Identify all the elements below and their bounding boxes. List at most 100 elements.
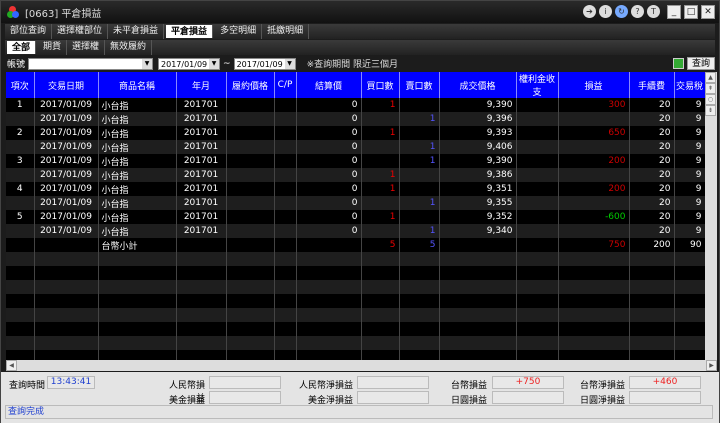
column-header[interactable]: 交易稅 (674, 72, 705, 98)
close-button[interactable]: ✕ (701, 5, 715, 19)
column-header[interactable]: 買口數 (361, 72, 400, 98)
subtab-all[interactable]: 全部 (7, 41, 37, 54)
table-row[interactable]: 1 2017/01/09 小台指 201701 0 1 9,390 300 20 9 (6, 98, 705, 112)
empty-cell (274, 280, 297, 294)
empty-cell (629, 350, 675, 360)
cell-pnl: -600 (558, 210, 630, 224)
column-header[interactable]: 手續費 (629, 72, 675, 98)
tab-collateral-detail[interactable]: 抵繳明細 (262, 24, 310, 39)
empty-cell (6, 266, 35, 280)
exit-icon[interactable]: ➔ (583, 5, 596, 18)
table-row[interactable]: 2017/01/09 小台指 201701 0 1 9,406 20 9 (6, 140, 705, 154)
cell-tax: 9 (674, 168, 705, 182)
cell-premium (516, 210, 559, 224)
empty-cell (558, 336, 630, 350)
cell-pnl (558, 196, 630, 210)
empty-cell (6, 252, 35, 266)
cell-pnl: 200 (558, 182, 630, 196)
cell-tax: 9 (674, 126, 705, 140)
scroll-left-icon[interactable]: ◀ (6, 360, 17, 371)
table-row[interactable]: 2017/01/09 小台指 201701 0 1 9,340 20 9 (6, 224, 705, 238)
table-row[interactable]: 4 2017/01/09 小台指 201701 0 1 9,351 200 20 9 (6, 182, 705, 196)
account-select[interactable]: ▼ (28, 57, 154, 70)
table-row[interactable]: 2017/01/09 小台指 201701 0 1 9,355 20 9 (6, 196, 705, 210)
query-button[interactable]: 查詢 (686, 57, 715, 70)
table-row[interactable]: 3 2017/01/09 小台指 201701 0 1 9,390 200 20 9 (6, 154, 705, 168)
table-row[interactable]: 2 2017/01/09 小台指 201701 0 1 9,393 650 20 9 (6, 126, 705, 140)
date-from-select[interactable]: 2017/01/09 ▼ (158, 57, 221, 70)
cell-fee: 20 (629, 140, 675, 154)
cell-date: 2017/01/09 (34, 182, 99, 196)
empty-cell (674, 294, 705, 308)
table-row[interactable]: 2017/01/09 小台指 201701 0 1 9,386 20 9 (6, 168, 705, 182)
subtab-invalid-exercise[interactable]: 無效履約 (105, 40, 153, 55)
cell-settle: 0 (296, 168, 362, 182)
minimize-button[interactable]: _ (667, 5, 681, 19)
column-header[interactable]: C/P (274, 72, 297, 98)
scroll-page-up-icon[interactable]: ⇞ (705, 83, 716, 94)
cell-settle: 0 (296, 98, 362, 112)
tab-long-short-detail[interactable]: 多空明細 (215, 24, 263, 39)
empty-cell (399, 280, 440, 294)
empty-cell (6, 322, 35, 336)
column-header[interactable]: 權利金收支 (516, 72, 559, 98)
subtab-futures[interactable]: 期貨 (38, 40, 68, 55)
column-header[interactable]: 成交價格 (439, 72, 517, 98)
column-header[interactable]: 交易日期 (34, 72, 99, 98)
twd-pnl-value: +750 (492, 376, 564, 389)
tab-unrealized-pnl[interactable]: 未平倉損益 (108, 24, 165, 39)
empty-cell (439, 280, 517, 294)
title-bar[interactable]: [0663] 平倉損益 ➔ i ↻ ? T _ □ ✕ (1, 1, 719, 23)
filter-bar: 帳號 ▼ 2017/01/09 ▼ ~ 2017/01/09 ▼ ※查詢期間 限近三… (5, 56, 715, 71)
refresh-icon[interactable]: ↻ (615, 5, 628, 18)
table-row[interactable]: 2017/01/09 小台指 201701 0 1 9,396 20 9 (6, 112, 705, 126)
info-icon[interactable]: i (599, 5, 612, 18)
table-row[interactable]: 5 2017/01/09 小台指 201701 0 1 9,352 -600 20 9 (6, 210, 705, 224)
scroll-thumb[interactable]: ○ (705, 94, 716, 105)
subtotal-date (34, 238, 99, 252)
cell-strike (226, 196, 275, 210)
vertical-scrollbar[interactable]: ▲ ⇞ ○ ⇟ (705, 72, 717, 360)
empty-cell (399, 252, 440, 266)
excel-export-icon[interactable] (672, 58, 684, 69)
scroll-right-icon[interactable]: ▶ (706, 360, 717, 371)
column-header[interactable]: 賣口數 (399, 72, 440, 98)
cell-buy: 1 (361, 168, 400, 182)
empty-cell (516, 322, 559, 336)
column-header[interactable]: 年月 (176, 72, 227, 98)
cell-pnl: 200 (558, 154, 630, 168)
maximize-button[interactable]: □ (684, 5, 698, 19)
empty-cell (226, 294, 275, 308)
column-header[interactable]: 商品名稱 (98, 72, 177, 98)
cell-buy: 1 (361, 210, 400, 224)
date-to-select[interactable]: 2017/01/09 ▼ (233, 57, 296, 70)
scroll-page-down-icon[interactable]: ⇟ (705, 105, 716, 116)
table-header: 項次 交易日期 商品名稱 年月 履約價格 C/P 結算價 買口數 賣口數 成交價格 權利金收支 損益手… (6, 72, 705, 98)
scroll-up-icon[interactable]: ▲ (705, 72, 716, 83)
tab-realized-pnl[interactable]: 平倉損益 (166, 25, 214, 38)
cell-settle: 0 (296, 182, 362, 196)
cell-name: 小台指 (98, 168, 177, 182)
cell-price: 9,396 (439, 112, 517, 126)
cell-name: 小台指 (98, 112, 177, 126)
tab-position-query[interactable]: 部位查詢 (5, 24, 53, 39)
help-icon[interactable]: ? (631, 5, 644, 18)
empty-cell (674, 322, 705, 336)
cell-fee: 20 (629, 182, 675, 196)
empty-cell (558, 294, 630, 308)
subtab-options[interactable]: 選擇權 (67, 40, 106, 55)
empty-cell (296, 336, 362, 350)
cell-premium (516, 196, 559, 210)
column-header[interactable]: 項次 (6, 72, 35, 98)
status-bar: 查詢完成 (5, 405, 713, 419)
empty-cell (274, 252, 297, 266)
empty-cell (274, 308, 297, 322)
column-header[interactable]: 履約價格 (226, 72, 275, 98)
pin-icon[interactable]: T (647, 5, 660, 18)
horizontal-scrollbar[interactable]: ◀ ▶ (6, 360, 717, 371)
tab-option-position[interactable]: 選擇權部位 (52, 24, 109, 39)
empty-cell (296, 266, 362, 280)
column-header[interactable]: 結算價 (296, 72, 362, 98)
column-header[interactable]: 損益 (558, 72, 630, 98)
empty-cell (34, 266, 99, 280)
